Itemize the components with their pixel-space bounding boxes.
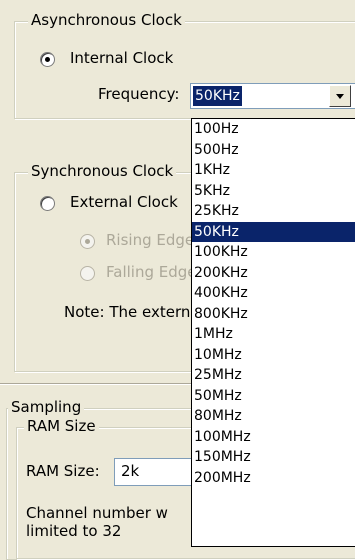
external-clock-label[interactable]: External Clock (70, 193, 178, 211)
frequency-option[interactable]: 1KHz (192, 160, 355, 181)
internal-clock-radio[interactable] (40, 52, 55, 67)
frequency-option[interactable]: 10MHz (192, 345, 355, 366)
frequency-option[interactable]: 150MHz (192, 447, 355, 468)
external-clock-radio[interactable] (40, 196, 55, 211)
frequency-option[interactable]: 200KHz (192, 263, 355, 284)
external-clock-note: Note: The external (64, 303, 204, 321)
frequency-options: 100Hz 500Hz 1KHz 5KHz 25KHz 50KHz 100KHz 200KHz… (192, 119, 355, 488)
internal-clock-label[interactable]: Internal Clock (70, 49, 173, 67)
frequency-option[interactable]: 100Hz (192, 119, 355, 140)
synchronous-clock-legend: Synchronous Clock (28, 162, 177, 180)
frequency-option[interactable]: 50MHz (192, 386, 355, 407)
frequency-combobox[interactable]: 50KHz (190, 83, 355, 109)
frequency-option[interactable]: 100MHz (192, 427, 355, 448)
frequency-dropdown-button[interactable] (329, 85, 351, 107)
frequency-combobox-value: 50KHz (193, 86, 242, 106)
chevron-down-icon (336, 94, 344, 99)
frequency-option[interactable]: 50KHz (192, 221, 355, 242)
rising-edge-label[interactable]: Rising Edge (106, 231, 194, 249)
frequency-option[interactable]: 1MHz (192, 324, 355, 345)
falling-edge-radio[interactable] (80, 266, 95, 281)
falling-edge-label[interactable]: Falling Edge (106, 263, 197, 281)
frequency-option[interactable]: 5KHz (192, 181, 355, 202)
frequency-dropdown-list[interactable]: 100Hz 500Hz 1KHz 5KHz 25KHz 50KHz 100KHz 200KHz… (191, 118, 355, 547)
radio-selected-dot (85, 239, 90, 244)
channel-number-note-line1: Channel number w (26, 504, 168, 522)
frequency-option[interactable]: 200MHz (192, 468, 355, 489)
frequency-label: Frequency: (98, 85, 180, 103)
radio-selected-dot (45, 57, 50, 62)
frequency-option[interactable]: 500Hz (192, 140, 355, 161)
ram-size-label: RAM Size: (26, 462, 100, 480)
frequency-option[interactable]: 25MHz (192, 365, 355, 386)
channel-number-note-line2: limited to 32 (26, 522, 122, 540)
asynchronous-clock-legend: Asynchronous Clock (28, 11, 185, 29)
frequency-option[interactable]: 400KHz (192, 283, 355, 304)
frequency-option[interactable]: 80MHz (192, 406, 355, 427)
frequency-option[interactable]: 25KHz (192, 201, 355, 222)
ram-size-legend: RAM Size (24, 417, 99, 435)
frequency-option[interactable]: 800KHz (192, 304, 355, 325)
rising-edge-radio[interactable] (80, 234, 95, 249)
frequency-option[interactable]: 100KHz (192, 242, 355, 263)
sampling-legend: Sampling (8, 398, 85, 416)
